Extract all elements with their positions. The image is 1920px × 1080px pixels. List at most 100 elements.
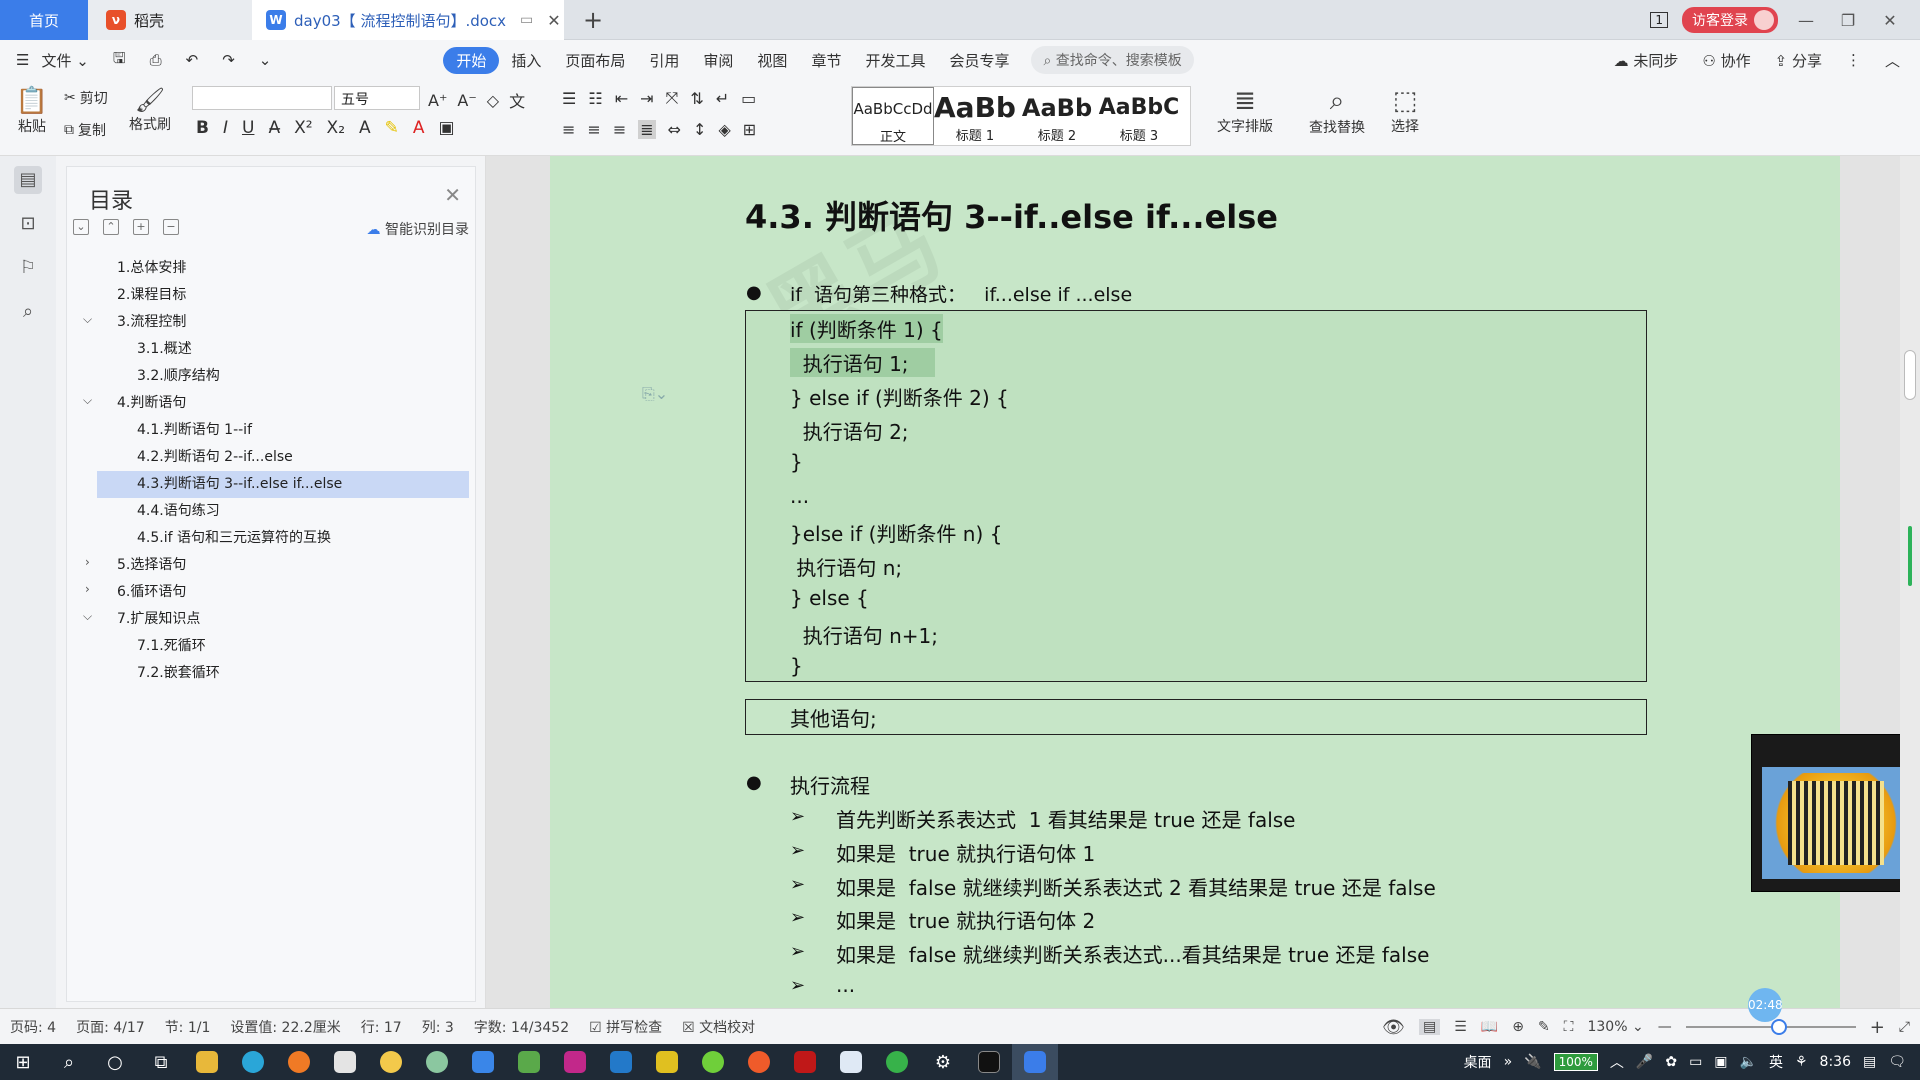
superscript-icon[interactable]: X² (294, 118, 312, 138)
app-icon-11[interactable] (874, 1044, 920, 1080)
align-right-icon[interactable]: ≡ (613, 120, 626, 139)
grow-font-icon[interactable]: A⁺ (428, 91, 447, 110)
italic-icon[interactable]: I (223, 118, 228, 138)
spell-check-button[interactable]: ☑ 拼写检查 (579, 1017, 672, 1037)
menu-item-dev-tools[interactable]: 开发工具 (853, 50, 937, 71)
format-painter-button[interactable]: 🖌 格式刷 (128, 86, 172, 134)
tray-icon-2[interactable]: ⚘ (1795, 1054, 1808, 1070)
task-view-icon[interactable]: ⧉ (138, 1044, 184, 1080)
collapse-all-icon[interactable]: − (163, 219, 179, 235)
toc-item[interactable]: 3.2.顺序结构 (97, 363, 469, 390)
shading-icon[interactable]: ◈ (718, 120, 730, 139)
clear-format-icon[interactable]: ◇ (487, 91, 499, 110)
app-icon-7[interactable] (690, 1044, 736, 1080)
sync-status[interactable]: ☁ 未同步 (1602, 50, 1691, 71)
app-icon-2[interactable] (368, 1044, 414, 1080)
menu-item-start[interactable]: 开始 (443, 46, 500, 74)
strikethrough-icon[interactable]: A̶ (268, 118, 280, 138)
chevron-down-icon[interactable]: ⌵ (83, 393, 92, 408)
outline-view-icon[interactable]: ☰ (1454, 1019, 1467, 1035)
select-button[interactable]: ⬚ 选择 (1380, 86, 1430, 136)
notification-icon[interactable]: 🗨 (1888, 1054, 1906, 1070)
search-icon[interactable]: ⌕ (46, 1044, 92, 1080)
distribute-icon[interactable]: ⇔ (668, 120, 681, 139)
tab-document[interactable]: W day03【 流程控制语句】.docx ▭ ✕ (252, 0, 564, 40)
network-icon[interactable]: ▭ (1689, 1054, 1702, 1070)
close-icon[interactable]: ✕ (444, 183, 461, 207)
toc-item[interactable]: 4.4.语句练习 (97, 498, 469, 525)
screen-icon[interactable]: ▭ (520, 12, 533, 28)
align-center-icon[interactable]: ≡ (587, 120, 600, 139)
page-view-icon[interactable]: ▤ (1418, 1019, 1441, 1035)
notepad-icon[interactable]: ▤ (1863, 1054, 1876, 1070)
scroll-thumb[interactable] (1904, 350, 1916, 400)
window-count-icon[interactable]: 1 (1650, 12, 1668, 28)
vscode-icon[interactable] (598, 1044, 644, 1080)
redo-icon[interactable]: ↷ (210, 51, 247, 69)
toc-item[interactable]: 4.5.if 语句和三元运算符的互换 (97, 525, 469, 552)
toc-item[interactable]: 4.判断语句 (97, 390, 469, 417)
toc-item[interactable]: 4.2.判断语句 2--if...else (97, 444, 469, 471)
fullscreen-icon[interactable]: ⤢ (1899, 1019, 1910, 1035)
menu-item-view[interactable]: 视图 (745, 50, 799, 71)
quick-access-more-icon[interactable]: ⌄ (247, 51, 284, 69)
toc-item[interactable]: 5.选择语句 (97, 552, 469, 579)
status-page[interactable]: 页面: 4/17 (66, 1017, 155, 1037)
doc-proof-button[interactable]: ☒ 文档校对 (672, 1017, 765, 1037)
bookmark-icon[interactable]: ⚐ (14, 254, 42, 282)
clock[interactable]: 8:36 (1820, 1054, 1851, 1070)
font-color-icon[interactable]: A (413, 118, 425, 138)
minimize-icon[interactable]: — (1792, 11, 1820, 30)
smart-toc-button[interactable]: ☁ 智能识别目录 (367, 219, 469, 239)
windows-start-icon[interactable]: ⊞ (0, 1044, 46, 1080)
paragraph-menu-icon[interactable]: ⎘⌄ (642, 384, 668, 404)
toc-item[interactable]: 7.1.死循环 (97, 633, 469, 660)
toc-panel-icon[interactable]: ▤ (14, 166, 42, 194)
toc-item-selected[interactable]: 4.3.判断语句 3--if..else if...else (97, 471, 469, 498)
terminal-icon[interactable] (966, 1044, 1012, 1080)
menu-item-page-layout[interactable]: 页面布局 (553, 50, 637, 71)
cortana-icon[interactable]: ○ (92, 1044, 138, 1080)
navigation-icon[interactable]: ⊡ (14, 210, 42, 238)
menu-item-insert[interactable]: 插入 (499, 50, 553, 71)
battery-indicator[interactable]: 100% (1553, 1053, 1598, 1071)
indent-icon[interactable]: ⇥ (640, 89, 653, 108)
ime-indicator[interactable]: 英 (1769, 1052, 1783, 1072)
save-icon[interactable]: 🖫 (101, 48, 138, 73)
more-icon[interactable]: ⋮ (1834, 51, 1873, 69)
collab-button[interactable]: ⚇ 协作 (1690, 50, 1762, 71)
menu-item-chapter[interactable]: 章节 (799, 50, 853, 71)
command-search[interactable]: ⌕ 查找命令、搜索模板 (1031, 46, 1194, 74)
tab-home[interactable]: 首页 (0, 0, 88, 40)
chevron-up-icon[interactable]: ︿ (1610, 1052, 1624, 1072)
new-tab-button[interactable]: + (578, 0, 608, 40)
cut-button[interactable]: ✂ 剪切 (64, 88, 108, 108)
toc-item[interactable]: 7.2.嵌套循环 (97, 660, 469, 687)
find-replace-button[interactable]: ⌕ 查找替换 (1300, 86, 1374, 137)
zoom-slider[interactable] (1685, 1019, 1856, 1035)
volume-icon[interactable]: 🔈 (1740, 1054, 1757, 1070)
line-spacing-icon[interactable]: ↕ (693, 120, 706, 139)
highlight-icon[interactable]: ✎ (385, 118, 399, 138)
phonetic-icon[interactable]: 文 (509, 88, 525, 112)
bullet-list-icon[interactable]: ☰ (562, 89, 576, 108)
sort-icon[interactable]: ⇅ (690, 89, 703, 108)
text-effect-icon[interactable]: A (359, 118, 371, 138)
align-left-icon[interactable]: ≡ (562, 120, 575, 139)
visitor-login-button[interactable]: 访客登录 (1682, 7, 1778, 33)
search-icon[interactable]: ⌕ (14, 298, 42, 326)
fit-page-icon[interactable]: ⛶ (1564, 1019, 1574, 1035)
firefox-icon[interactable] (276, 1044, 322, 1080)
toc-item[interactable]: 4.1.判断语句 1--if (97, 417, 469, 444)
close-tab-icon[interactable]: ✕ (547, 11, 560, 30)
outdent-icon[interactable]: ⇤ (615, 89, 628, 108)
other-statement-box[interactable] (745, 699, 1647, 735)
copy-button[interactable]: ⧉ 复制 (64, 120, 106, 140)
style-heading-3[interactable]: AaBbC 标题 3 (1098, 87, 1180, 145)
menu-item-member[interactable]: 会员专享 (937, 50, 1021, 71)
font-size-select[interactable]: 五号 (334, 86, 420, 110)
shrink-font-icon[interactable]: A⁻ (457, 91, 476, 110)
file-menu[interactable]: 文件 ⌄ (41, 50, 100, 71)
tray-expand-icon[interactable]: » (1504, 1054, 1513, 1070)
display-icon[interactable]: ▣ (1714, 1054, 1727, 1070)
